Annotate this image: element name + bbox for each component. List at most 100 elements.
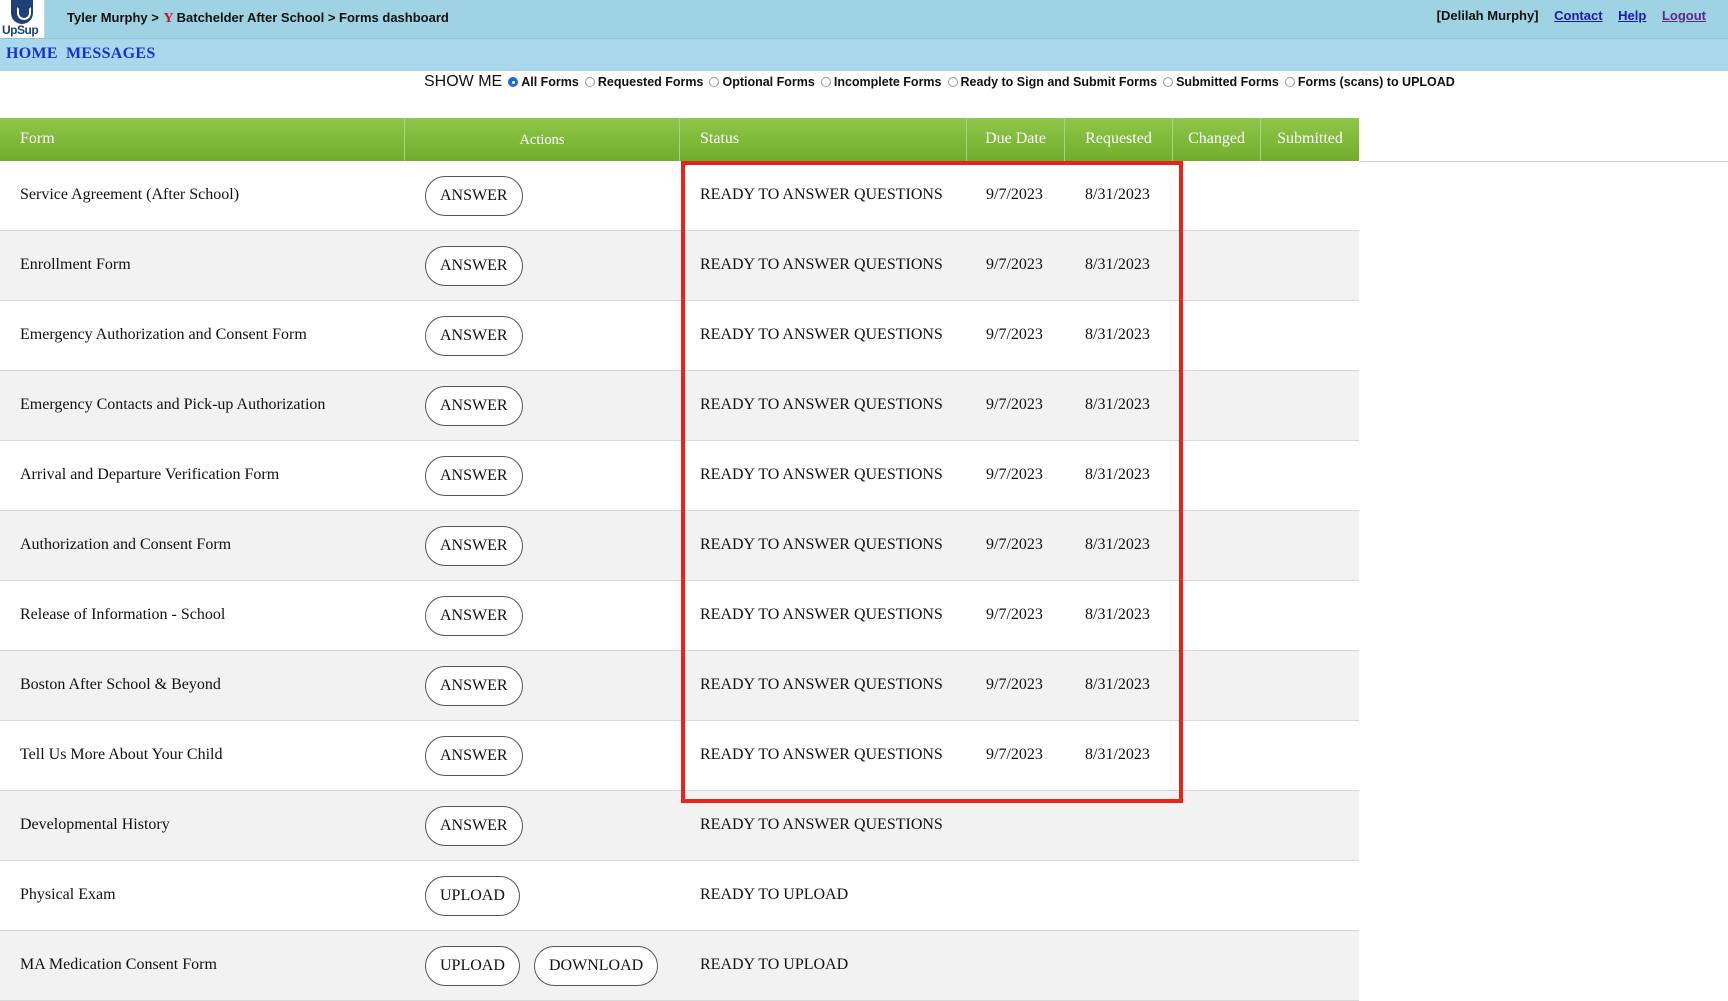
form-status: READY TO ANSWER QUESTIONS [700, 606, 943, 623]
filter-option-label: Ready to Sign and Submit Forms [960, 75, 1158, 89]
upsup-logo[interactable]: UpSup [0, 0, 45, 38]
filter-option[interactable]: Ready to Sign and Submit Forms [947, 75, 1158, 89]
requested-date: 8/31/2023 [1085, 536, 1150, 553]
table-header: Form Actions Status Due Date Requested C… [0, 118, 1359, 161]
column-header-requested: Requested [1065, 118, 1173, 161]
contact-link[interactable]: Contact [1554, 8, 1602, 23]
filter-option-label: Forms (scans) to UPLOAD [1297, 75, 1455, 89]
due-date: 9/7/2023 [986, 466, 1043, 483]
form-status: READY TO ANSWER QUESTIONS [700, 746, 943, 763]
column-header-submitted: Submitted [1277, 130, 1343, 147]
table-row: Emergency Authorization and Consent Form… [0, 301, 1359, 371]
filter-label: SHOW ME [424, 73, 503, 90]
form-status: READY TO ANSWER QUESTIONS [700, 676, 943, 693]
form-name: Developmental History [20, 816, 170, 833]
table-row: Emergency Contacts and Pick-up Authoriza… [0, 371, 1359, 441]
filter-option-label: Optional Forms [722, 75, 815, 89]
filter-options: All Forms Requested Forms Optional Forms In… [508, 75, 1461, 89]
answer-button[interactable]: ANSWER [425, 246, 523, 286]
answer-button[interactable]: ANSWER [425, 176, 523, 216]
table-row: Tell Us More About Your Child ANSWER READY… [0, 721, 1359, 791]
nav-home[interactable]: HOME [6, 45, 58, 63]
answer-button[interactable]: ANSWER [425, 456, 523, 496]
header-rule [1359, 161, 1728, 162]
form-status: READY TO ANSWER QUESTIONS [700, 816, 943, 833]
form-status: READY TO ANSWER QUESTIONS [700, 466, 943, 483]
requested-date: 8/31/2023 [1085, 396, 1150, 413]
table-row: Physical Exam UPLOAD READY TO UPLOAD [0, 861, 1359, 931]
form-status: READY TO ANSWER QUESTIONS [700, 326, 943, 343]
requested-date: 8/31/2023 [1085, 676, 1150, 693]
filter-option[interactable]: Optional Forms [709, 75, 815, 89]
requested-date: 8/31/2023 [1085, 256, 1150, 273]
help-link[interactable]: Help [1618, 8, 1646, 23]
table-row: Arrival and Departure Verification Form A… [0, 441, 1359, 511]
form-name: Authorization and Consent Form [20, 536, 232, 553]
filter-option[interactable]: Requested Forms [584, 75, 704, 89]
filter-option[interactable]: Submitted Forms [1163, 75, 1279, 89]
due-date: 9/7/2023 [986, 676, 1043, 693]
form-name: Physical Exam [20, 886, 116, 903]
due-date: 9/7/2023 [986, 326, 1043, 343]
answer-button[interactable]: ANSWER [425, 386, 523, 426]
table-row: Developmental History ANSWER READY TO ANSW… [0, 791, 1359, 861]
column-header-form: Form [0, 118, 405, 161]
requested-date: 8/31/2023 [1085, 606, 1150, 623]
ymca-icon: Y [163, 11, 174, 26]
form-status: READY TO ANSWER QUESTIONS [700, 396, 943, 413]
user-nav: [Delilah Murphy] Contact Help Logout [1437, 8, 1706, 23]
due-date: 9/7/2023 [986, 536, 1043, 553]
upload-button[interactable]: UPLOAD [425, 876, 520, 916]
form-status: READY TO ANSWER QUESTIONS [700, 256, 943, 273]
radio-button[interactable] [1284, 77, 1295, 87]
answer-button[interactable]: ANSWER [425, 666, 523, 706]
answer-button[interactable]: ANSWER [425, 526, 523, 566]
radio-button[interactable] [820, 77, 831, 87]
due-date: 9/7/2023 [986, 746, 1043, 763]
upload-button[interactable]: UPLOAD [425, 946, 520, 986]
radio-button[interactable] [709, 77, 720, 87]
due-date: 9/7/2023 [986, 256, 1043, 273]
form-name: MA Medication Consent Form [20, 956, 217, 973]
radio-button[interactable] [1163, 77, 1174, 87]
form-name: Boston After School & Beyond [20, 676, 221, 693]
filter-option-label: Incomplete Forms [833, 75, 942, 89]
form-status: READY TO ANSWER QUESTIONS [700, 536, 943, 553]
breadcrumb-user[interactable]: Tyler Murphy > [67, 10, 159, 25]
requested-date: 8/31/2023 [1085, 466, 1150, 483]
filter-option[interactable]: Forms (scans) to UPLOAD [1284, 75, 1455, 89]
answer-button[interactable]: ANSWER [425, 736, 523, 776]
table-row: Authorization and Consent Form ANSWER READ… [0, 511, 1359, 581]
table-row: MA Medication Consent Form UPLOAD DOWNLOAD… [0, 931, 1359, 1001]
column-header-status: Status [680, 118, 967, 161]
filter-option[interactable]: Incomplete Forms [820, 75, 942, 89]
logout-link[interactable]: Logout [1662, 8, 1706, 23]
download-button[interactable]: DOWNLOAD [534, 946, 659, 986]
due-date: 9/7/2023 [986, 186, 1043, 203]
filter-bar: SHOW ME All Forms Requested Forms Optional… [424, 73, 1461, 91]
filter-option-label: Requested Forms [597, 75, 704, 89]
account-user: [Delilah Murphy] [1436, 8, 1539, 23]
due-date: 9/7/2023 [986, 606, 1043, 623]
form-name: Release of Information - School [20, 606, 226, 623]
filter-option-label: All Forms [521, 75, 579, 89]
main-nav: HOME MESSAGES [0, 39, 1728, 71]
answer-button[interactable]: ANSWER [425, 316, 523, 356]
nav-messages[interactable]: MESSAGES [66, 45, 156, 63]
radio-button[interactable] [508, 77, 519, 87]
answer-button[interactable]: ANSWER [425, 806, 523, 846]
radio-button[interactable] [584, 77, 595, 87]
form-status: READY TO UPLOAD [700, 956, 849, 973]
filter-option[interactable]: All Forms [508, 75, 579, 89]
answer-button[interactable]: ANSWER [425, 596, 523, 636]
logo-text: UpSup [2, 23, 39, 37]
radio-button[interactable] [947, 77, 958, 87]
forms-table-body: Service Agreement (After School) ANSWER RE… [0, 161, 1359, 1001]
column-header-due-date: Due Date [967, 118, 1065, 161]
upsup-logo-icon [11, 0, 33, 24]
breadcrumb-rest: Batchelder After School > Forms dashboar… [176, 10, 449, 25]
breadcrumb: Tyler Murphy > Y Batchelder After School … [67, 10, 449, 27]
form-status: READY TO UPLOAD [700, 886, 849, 903]
form-name: Arrival and Departure Verification Form [20, 466, 280, 483]
table-row: Enrollment Form ANSWER READY TO ANSWER QUE… [0, 231, 1359, 301]
